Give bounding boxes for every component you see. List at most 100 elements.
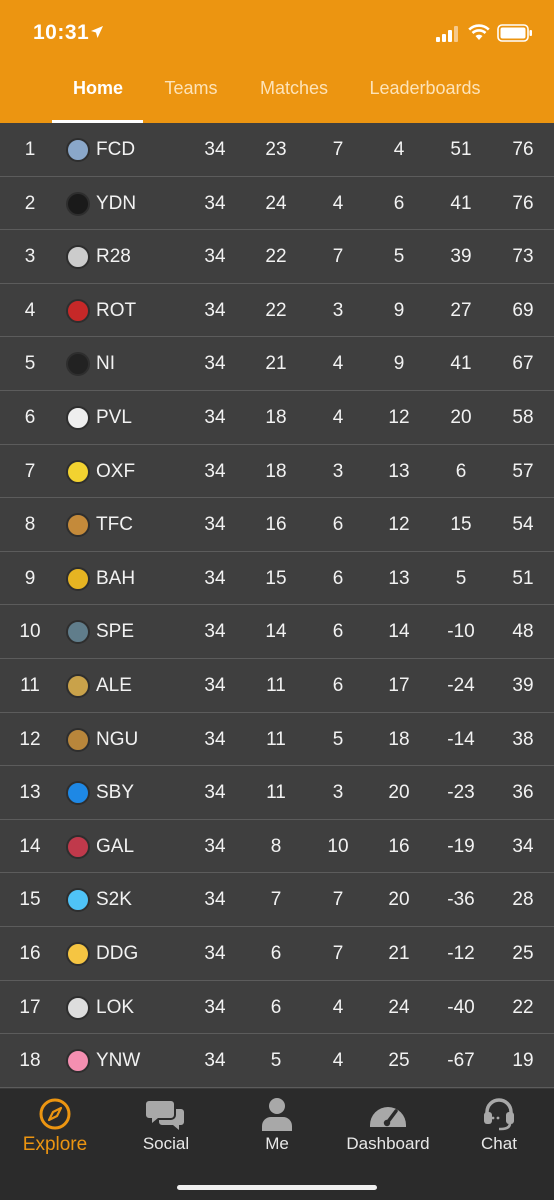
stat-cell: 34	[204, 192, 226, 214]
stat-cell: 12	[388, 514, 410, 536]
team-logo-icon	[66, 727, 90, 752]
person-icon	[262, 1098, 292, 1131]
stat-cell: 51	[450, 139, 472, 160]
location-arrow-icon	[91, 26, 103, 38]
stat-cell: 23	[265, 139, 287, 160]
position-cell: 17	[19, 996, 41, 1018]
position-cell: 1	[24, 139, 36, 160]
stat-cell: 20	[388, 782, 410, 804]
stat-cell: 7	[332, 139, 344, 160]
table-row[interactable]: 12 NGU 34 11 5 18 -14 38	[0, 712, 554, 767]
nav-me[interactable]: Me	[227, 1097, 327, 1154]
stat-cell: 3	[332, 782, 344, 804]
stat-cell: 34	[204, 460, 226, 482]
team-name-cell: LOK	[96, 996, 135, 1018]
stat-cell: 5	[270, 1050, 282, 1072]
stat-cell: 15	[450, 514, 472, 536]
table-row[interactable]: 1 FCD 34 23 7 4 51 76	[0, 123, 554, 177]
stat-cell: 8	[270, 835, 282, 857]
team-name-cell: SPE	[96, 621, 135, 643]
team-logo-icon	[66, 459, 90, 484]
table-row[interactable]: 14 GAL 34 8 10 16 -19 34	[0, 819, 554, 874]
standings-table: 1 FCD 34 23 7 4 51 76 2 YDN 34 24 4 6 41 76 3 R28 34 22 7 5 39…	[0, 123, 554, 1089]
table-row[interactable]: 7 OXF 34 18 3 13 6 57	[0, 444, 554, 499]
wifi-icon	[468, 24, 490, 40]
stat-cell: 20	[388, 889, 410, 911]
nav-social[interactable]: Social	[116, 1097, 216, 1154]
table-row[interactable]: 5 NI 34 21 4 9 41 67	[0, 337, 554, 391]
table-row[interactable]: 8 TFC 34 16 6 12 15 54	[0, 498, 554, 552]
nav-chat[interactable]: Chat	[449, 1097, 549, 1154]
table-row[interactable]: 17 LOK 34 6 4 24 -40 22	[0, 980, 554, 1035]
stat-cell: 22	[265, 246, 287, 268]
stat-cell: 34	[204, 139, 226, 160]
stat-cell: 20	[450, 407, 472, 428]
table-row[interactable]: 13 SBY 34 11 3 20 -23 36	[0, 766, 554, 820]
team-name-cell: PVL	[96, 407, 132, 428]
stat-cell: 51	[512, 567, 534, 589]
compass-icon	[39, 1098, 71, 1130]
table-row[interactable]: 6 PVL 34 18 4 12 20 58	[0, 391, 554, 445]
position-cell: 3	[24, 246, 36, 268]
nav-chat-label: Chat	[481, 1134, 517, 1153]
table-row[interactable]: 18 YNW 34 5 4 25 -67 19	[0, 1034, 554, 1088]
stat-cell: 41	[450, 192, 472, 214]
stat-cell: 11	[266, 675, 286, 696]
team-logo-icon	[66, 298, 90, 323]
team-name-cell: ROT	[96, 299, 137, 321]
stat-cell: 36	[512, 782, 534, 804]
stat-cell: 13	[388, 460, 410, 482]
table-row[interactable]: 15 S2K 34 7 7 20 -36 28	[0, 873, 554, 927]
table-row[interactable]: 9 BAH 34 15 6 13 5 51	[0, 551, 554, 606]
stat-cell: 39	[450, 246, 472, 268]
stat-cell: 6	[270, 943, 282, 964]
team-name-cell: ALE	[96, 675, 132, 696]
position-cell: 10	[19, 621, 41, 643]
stat-cell: 24	[388, 996, 410, 1018]
team-name-cell: DDG	[96, 943, 139, 964]
nav-explore[interactable]: Explore	[5, 1097, 105, 1156]
stat-cell: 14	[388, 621, 410, 643]
bottom-tab-bar: Explore Social Me Dashboard Chat	[0, 1089, 554, 1200]
team-logo-icon	[66, 942, 90, 966]
team-name-cell: OXF	[96, 460, 136, 482]
tab-leaderboards[interactable]: Leaderboards	[365, 78, 485, 99]
nav-dashboard[interactable]: Dashboard	[338, 1097, 438, 1154]
team-name-cell: FCD	[96, 139, 136, 160]
table-row[interactable]: 11 ALE 34 11 6 17 -24 39	[0, 659, 554, 713]
stat-cell: 48	[512, 621, 534, 643]
team-logo-icon	[66, 781, 90, 806]
stat-cell: 38	[512, 728, 534, 750]
stat-cell: 6	[332, 514, 344, 536]
stat-cell: -14	[447, 728, 475, 750]
team-logo-icon	[66, 138, 90, 162]
stat-cell: 7	[270, 889, 282, 911]
table-row[interactable]: 16 DDG 34 6 7 21 -12 25	[0, 927, 554, 981]
stat-cell: 15	[265, 567, 287, 589]
stat-cell: 6	[332, 675, 344, 696]
stat-cell: -36	[447, 889, 475, 911]
tab-home[interactable]: Home	[62, 78, 134, 99]
stat-cell: 7	[332, 889, 344, 911]
position-cell: 5	[24, 353, 36, 375]
stat-cell: 34	[204, 353, 226, 375]
position-cell: 15	[19, 889, 41, 911]
stat-cell: -10	[447, 621, 475, 643]
team-logo-icon	[66, 245, 90, 270]
table-row[interactable]: 10 SPE 34 14 6 14 -10 48	[0, 605, 554, 659]
position-cell: 13	[19, 782, 41, 804]
table-row[interactable]: 3 R28 34 22 7 5 39 73	[0, 230, 554, 284]
stat-cell: 39	[512, 675, 534, 696]
stat-cell: 9	[393, 299, 405, 321]
team-logo-icon	[66, 406, 90, 430]
tab-teams[interactable]: Teams	[160, 78, 222, 99]
stat-cell: 3	[332, 299, 344, 321]
cellular-signal-icon	[436, 26, 458, 42]
stat-cell: 34	[204, 996, 226, 1018]
top-tabs: Home Teams Matches Leaderboards	[0, 66, 554, 123]
tab-matches[interactable]: Matches	[255, 78, 333, 99]
team-name-cell: BAH	[96, 567, 136, 589]
table-row[interactable]: 2 YDN 34 24 4 6 41 76	[0, 176, 554, 231]
stat-cell: 5	[393, 246, 405, 268]
table-row[interactable]: 4 ROT 34 22 3 9 27 69	[0, 283, 554, 338]
